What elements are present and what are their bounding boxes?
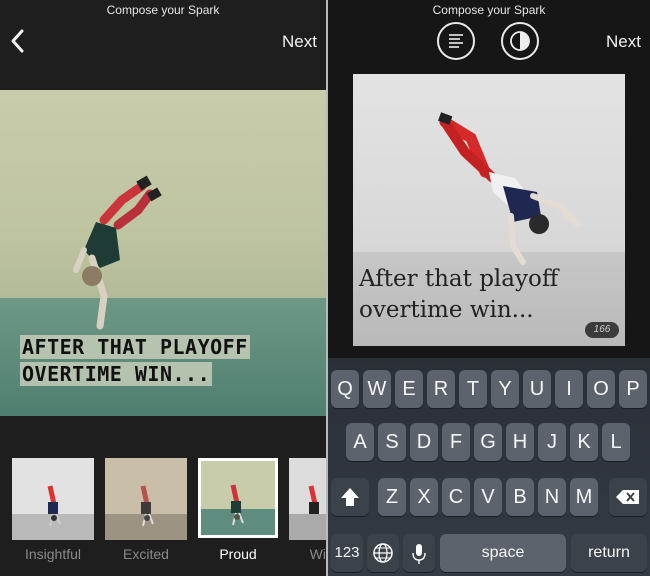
key-s[interactable]: S: [378, 423, 406, 461]
microphone-icon: [412, 544, 426, 564]
spark-photo: After that playoff overtime win... 166: [353, 74, 625, 346]
theme-label-proud[interactable]: Proud: [193, 546, 283, 562]
text-align-button[interactable]: [437, 22, 475, 60]
key-g[interactable]: G: [474, 423, 502, 461]
caption-line-1: After that playoff: [359, 266, 559, 292]
dictation-key[interactable]: [403, 534, 435, 572]
theme-picker: Insightful Excited Proud Wi: [0, 458, 326, 576]
compose-screen-right: Compose your Spark Next After that playo…: [328, 0, 650, 576]
key-i[interactable]: I: [555, 370, 583, 408]
key-t[interactable]: T: [459, 370, 487, 408]
key-y[interactable]: Y: [491, 370, 519, 408]
compose-screen-left: Compose your Spark Next AFTER THAT PLAYO…: [0, 0, 326, 576]
space-key[interactable]: space: [440, 534, 566, 572]
character-count-badge: 166: [585, 322, 619, 338]
contrast-icon: [510, 31, 530, 51]
thumb-figure: [308, 485, 319, 514]
key-r[interactable]: R: [427, 370, 455, 408]
screen-title: Compose your Spark: [432, 3, 546, 17]
delete-key[interactable]: [609, 478, 647, 516]
caption-line-2: overtime win...: [359, 297, 534, 323]
key-e[interactable]: E: [395, 370, 423, 408]
back-chevron-icon[interactable]: [8, 28, 28, 54]
key-b[interactable]: B: [506, 478, 534, 516]
key-a[interactable]: A: [346, 423, 374, 461]
backspace-icon: [616, 490, 639, 504]
next-button[interactable]: Next: [606, 32, 641, 52]
key-m[interactable]: M: [570, 478, 598, 516]
screen-title: Compose your Spark: [106, 3, 220, 17]
key-p[interactable]: P: [619, 370, 647, 408]
key-v[interactable]: V: [474, 478, 502, 516]
key-x[interactable]: X: [410, 478, 438, 516]
key-c[interactable]: C: [442, 478, 470, 516]
thumb-figure: [140, 485, 154, 527]
spark-photo: AFTER THAT PLAYOFF OVERTIME WIN...: [0, 90, 326, 416]
ios-keyboard: Q W E R T Y U I O P A S D F G H J K L Z …: [328, 358, 650, 576]
key-l[interactable]: L: [602, 423, 630, 461]
shift-arrow-icon: [341, 488, 359, 506]
next-button[interactable]: Next: [282, 32, 317, 52]
text-align-icon: [449, 34, 463, 48]
contrast-button[interactable]: [501, 22, 539, 60]
key-n[interactable]: N: [538, 478, 566, 516]
key-f[interactable]: F: [442, 423, 470, 461]
theme-label-excited[interactable]: Excited: [101, 546, 191, 562]
theme-label-wi[interactable]: Wi: [282, 546, 326, 562]
key-d[interactable]: D: [410, 423, 438, 461]
return-key[interactable]: return: [571, 534, 647, 572]
key-j[interactable]: J: [538, 423, 566, 461]
theme-thumb-proud[interactable]: [198, 458, 278, 538]
theme-thumb-excited[interactable]: [105, 458, 187, 540]
caption-line-2: OVERTIME WIN...: [20, 362, 213, 386]
key-w[interactable]: W: [363, 370, 391, 408]
globe-key[interactable]: [367, 534, 399, 572]
caption-editor[interactable]: After that playoff overtime win...: [359, 264, 558, 326]
theme-label-insightful[interactable]: Insightful: [8, 546, 98, 562]
key-o[interactable]: O: [587, 370, 615, 408]
shift-key[interactable]: [331, 478, 369, 516]
thumb-figure: [47, 485, 61, 527]
numbers-key[interactable]: 123: [331, 534, 363, 572]
key-u[interactable]: U: [523, 370, 551, 408]
thumb-figure: [230, 484, 244, 526]
key-k[interactable]: K: [570, 423, 598, 461]
theme-thumb-wi[interactable]: [289, 458, 326, 540]
globe-icon: [373, 543, 393, 563]
key-z[interactable]: Z: [378, 478, 406, 516]
key-q[interactable]: Q: [331, 370, 359, 408]
caption-overlay[interactable]: AFTER THAT PLAYOFF OVERTIME WIN...: [20, 334, 250, 388]
theme-thumb-insightful[interactable]: [12, 458, 94, 540]
key-h[interactable]: H: [506, 423, 534, 461]
caption-line-1: AFTER THAT PLAYOFF: [20, 335, 250, 359]
